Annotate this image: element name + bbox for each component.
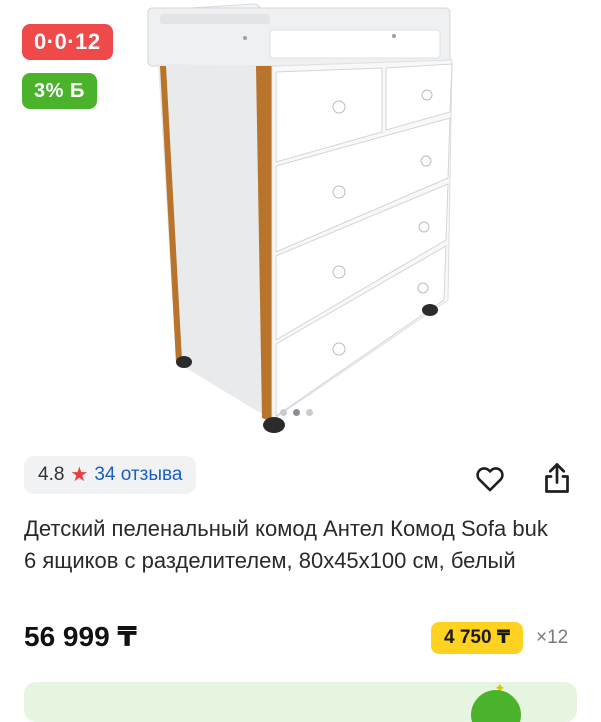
pagination-dot[interactable] <box>306 409 313 416</box>
favorite-button[interactable] <box>470 458 510 498</box>
product-price: 56 999 ₸ <box>24 621 137 652</box>
gallery-pagination[interactable] <box>280 409 313 416</box>
rating-value: 4.8 <box>38 464 65 485</box>
promo-icon <box>471 690 521 722</box>
installment-months: ×12 <box>536 627 569 648</box>
installment-badge: 0·0·12 <box>22 24 113 60</box>
installment-amount[interactable]: 4 750 ₸ <box>431 622 524 654</box>
promo-banner[interactable]: ✦ <box>24 682 577 722</box>
product-title: Детский пеленальный комод Антел Комод So… <box>24 516 548 573</box>
pagination-dot[interactable] <box>280 409 287 416</box>
share-icon <box>545 463 569 493</box>
share-button[interactable] <box>537 458 577 498</box>
product-image-gallery[interactable]: 0·0·12 3% Б <box>0 0 601 445</box>
product-photo <box>147 3 453 433</box>
star-icon: ★ <box>70 464 89 486</box>
rating-chip[interactable]: 4.8 ★ 34 отзыва <box>24 456 197 494</box>
pagination-dot-active[interactable] <box>293 409 300 416</box>
reviews-link[interactable]: 34 отзыва <box>94 464 182 486</box>
bonus-badge: 3% Б <box>22 73 97 109</box>
heart-icon <box>476 467 504 492</box>
